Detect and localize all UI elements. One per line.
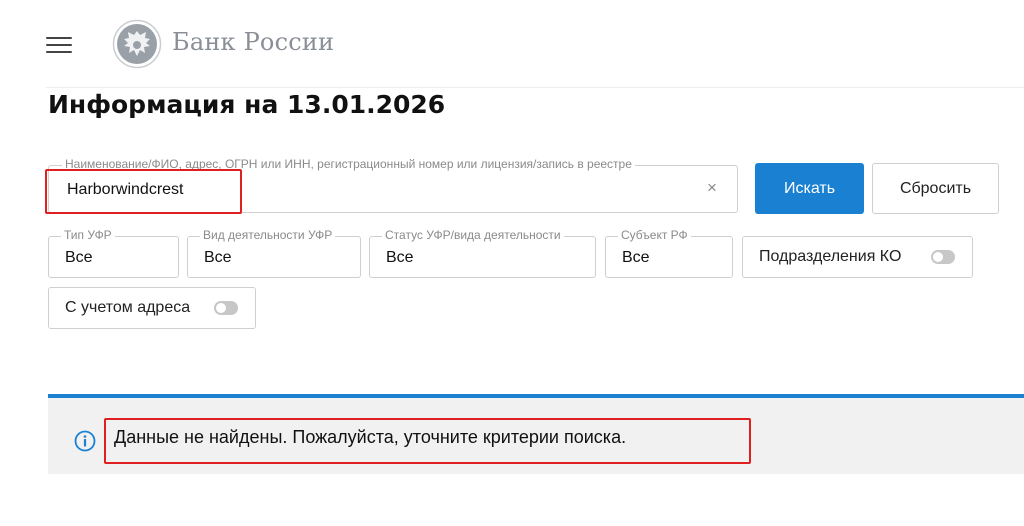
close-icon[interactable]: ×	[707, 178, 717, 198]
filter-value: Все	[204, 249, 232, 266]
filter-label: Тип УФР	[61, 228, 115, 242]
search-button[interactable]: Искать	[755, 163, 864, 214]
toggle-with-address[interactable]: С учетом адреса	[48, 287, 256, 329]
search-highlight-box	[45, 169, 242, 214]
toggle-switch[interactable]	[214, 301, 238, 315]
filter-value: Все	[65, 249, 93, 266]
toggle-switch[interactable]	[931, 250, 955, 264]
toggle-label: Подразделения КО	[759, 248, 902, 265]
filter-status[interactable]: Статус УФР/вида деятельности Все	[369, 228, 596, 278]
hamburger-menu-icon[interactable]	[46, 35, 72, 53]
filter-value: Все	[622, 249, 650, 266]
toggle-label: С учетом адреса	[65, 299, 191, 316]
toggle-ko-subdivisions[interactable]: Подразделения КО	[742, 236, 973, 278]
filter-label: Вид деятельности УФР	[200, 228, 336, 242]
filter-value: Все	[386, 249, 414, 266]
header-divider	[46, 87, 1024, 88]
filter-activity-type[interactable]: Вид деятельности УФР Все	[187, 228, 361, 278]
message-highlight-box	[104, 418, 751, 464]
page-title: Информация на 13.01.2026	[48, 90, 446, 119]
brand-name[interactable]: Банк России	[172, 28, 334, 56]
filter-ufr-type[interactable]: Тип УФР Все	[48, 228, 179, 278]
bank-emblem-icon[interactable]	[112, 19, 162, 69]
filter-label: Статус УФР/вида деятельности	[382, 228, 564, 242]
filter-region[interactable]: Субъект РФ Все	[605, 228, 733, 278]
reset-button[interactable]: Сбросить	[872, 163, 999, 214]
info-icon	[74, 430, 96, 452]
filter-label: Субъект РФ	[618, 228, 691, 242]
